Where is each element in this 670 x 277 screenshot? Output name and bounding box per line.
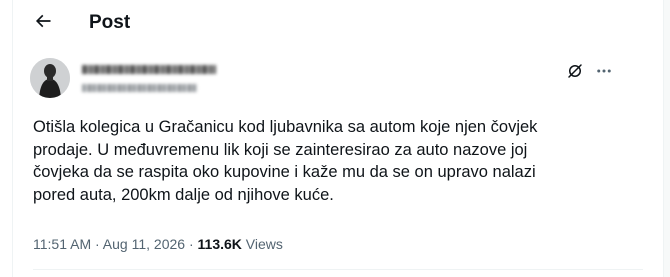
- author-handle-obscured[interactable]: [82, 84, 197, 92]
- meta-separator: ·: [91, 236, 103, 252]
- more-button[interactable]: [594, 63, 614, 83]
- post-text: Otišla kolegica u Gračanicu kod ljubavni…: [33, 116, 623, 206]
- post-text-line: Otišla kolegica u Gračanicu kod ljubavni…: [33, 118, 538, 136]
- meta-separator: ·: [185, 236, 198, 252]
- post-text-line: prodaje. U međuvremenu lik koji se zaint…: [33, 140, 528, 159]
- page-header: Post: [12, 0, 658, 46]
- post-text-line: čovjeka da se raspita oko kupovine i kaž…: [33, 163, 536, 181]
- post-meta: 11:51 AM · Aug 11, 2026 · 113.6K Views: [33, 235, 283, 253]
- post-date[interactable]: Aug 11, 2026: [103, 236, 185, 252]
- grok-button[interactable]: [565, 63, 585, 83]
- views-label: Views: [241, 236, 283, 252]
- author-name-obscured[interactable]: [82, 65, 216, 74]
- page-title: Post: [89, 12, 131, 33]
- scrollbar-track[interactable]: [663, 0, 670, 277]
- back-button[interactable]: [30, 10, 56, 36]
- more-dots-icon: [595, 62, 613, 85]
- avatar[interactable]: [30, 58, 70, 98]
- post-text-line: pored auta, 200km dalje od njihove kuće.: [33, 185, 334, 204]
- grok-slash-circle-icon: [566, 62, 584, 85]
- arrow-left-icon: [33, 11, 53, 36]
- views-count[interactable]: 113.6K: [198, 236, 242, 252]
- post-time[interactable]: 11:51 AM: [33, 236, 91, 252]
- divider: [33, 269, 643, 270]
